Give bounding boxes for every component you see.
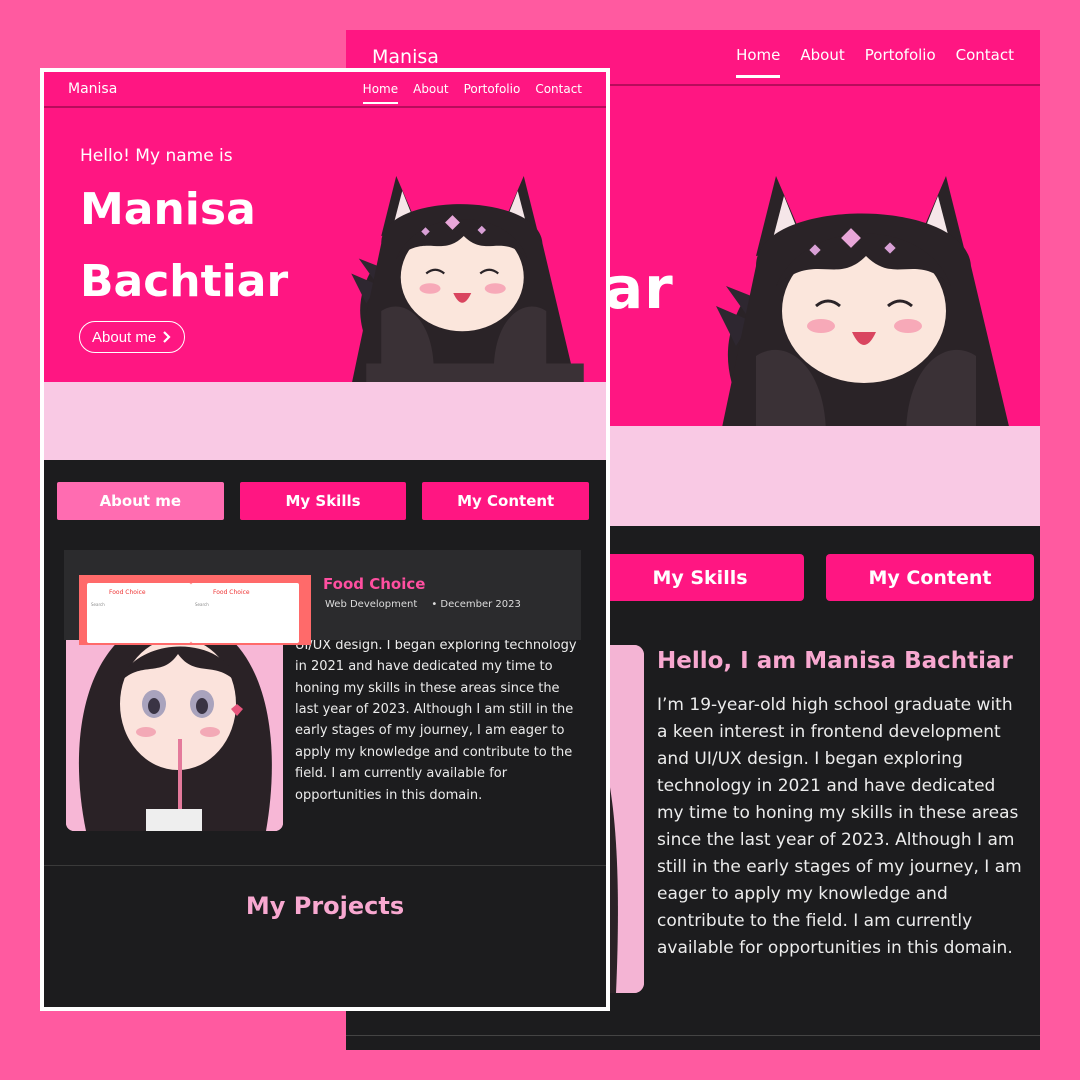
tab-my-skills[interactable]: My Skills [596, 554, 804, 601]
thumbnail-label: Food Choice [109, 589, 146, 596]
thumbnail-screen: Food Choice Search [191, 583, 299, 643]
nav-portfolio[interactable]: Portofolio [865, 46, 936, 68]
nav-about[interactable]: About [413, 82, 448, 96]
tab-about-me[interactable]: About me [57, 482, 224, 520]
tab-my-content[interactable]: My Content [422, 482, 590, 520]
nav-home[interactable]: Home [736, 46, 781, 78]
nav-home[interactable]: Home [362, 82, 399, 104]
nav-contact[interactable]: Contact [535, 82, 582, 96]
about-heading: Hello, I am Manisa Bachtiar [657, 648, 1013, 674]
hero-character-illustration [351, 176, 584, 382]
navbar: Manisa Home About Portofolio Contact [44, 72, 606, 108]
about-me-button-label: About me [92, 328, 157, 346]
project-date: December 2023 [440, 599, 521, 610]
thumbnail-screen: Food Choice Search [87, 583, 191, 643]
project-date-bullet: • December 2023 [431, 599, 521, 610]
brand-logo[interactable]: Manisa [372, 46, 439, 68]
chevron-right-icon [162, 331, 172, 343]
project-title[interactable]: Food Choice [323, 575, 425, 593]
brand-logo[interactable]: Manisa [68, 81, 117, 97]
nav-contact[interactable]: Contact [956, 46, 1014, 68]
tab-my-content[interactable]: My Content [826, 554, 1034, 601]
thumbnail-label: Food Choice [213, 589, 250, 596]
hero-name-partial: ar [604, 254, 674, 322]
nav-links: Home About Portofolio Contact [736, 46, 1014, 78]
nav-portfolio[interactable]: Portofolio [464, 82, 521, 96]
nav-links: Home About Portofolio Contact [362, 82, 582, 104]
section-tabs: About me My Skills My Content [44, 460, 606, 520]
about-me-button[interactable]: About me [79, 321, 186, 353]
hero-bottom-band [44, 382, 606, 460]
project-category: Web Development [325, 599, 418, 610]
hero-greeting: Hello! My name is [80, 146, 233, 166]
project-meta: Web Development • December 2023 [325, 599, 521, 610]
full-preview-frame: Manisa Home About Portofolio Contact Hel… [40, 68, 610, 1011]
about-description: I’m 19-year-old high school graduate wit… [657, 695, 1022, 958]
hero-section: Hello! My name is Manisa Bachtiar About … [44, 108, 606, 382]
projects-heading: My Projects [245, 892, 405, 920]
project-thumbnail: Food Choice Search Food Choice Search [79, 575, 311, 645]
thumbnail-search: Search [91, 602, 105, 607]
project-card[interactable]: Food Choice Search Food Choice Search Fo… [64, 550, 581, 645]
hero-character-illustration [716, 176, 1009, 426]
tab-my-skills[interactable]: My Skills [239, 482, 407, 520]
section-divider [346, 1035, 1040, 1036]
hero-name: Manisa Bachtiar [80, 184, 289, 307]
nav-about[interactable]: About [800, 46, 844, 68]
thumbnail-search: Search [195, 602, 209, 607]
